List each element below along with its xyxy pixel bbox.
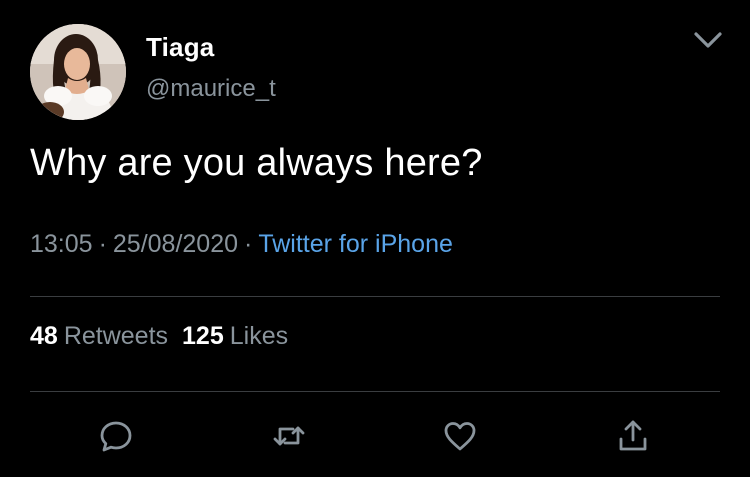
tweet-stats: 48 Retweets 125 Likes <box>30 322 288 351</box>
retweets-count: 48 <box>30 322 58 350</box>
tweet-time: 13:05 <box>30 230 93 258</box>
avatar[interactable] <box>30 24 126 120</box>
divider <box>30 391 720 392</box>
tweet-source-link[interactable]: Twitter for iPhone <box>258 230 453 258</box>
share-icon[interactable] <box>615 418 651 454</box>
likes-label: Likes <box>229 322 289 350</box>
likes-count: 125 <box>182 322 224 350</box>
heart-icon[interactable] <box>442 418 478 454</box>
user-handle[interactable]: @maurice_t <box>146 75 276 103</box>
likes-stat[interactable]: 125 Likes <box>182 322 288 350</box>
tweet-detail: Tiaga @maurice_t Why are you always here… <box>0 0 750 477</box>
tweet-date: 25/08/2020 <box>112 230 239 258</box>
reply-icon[interactable] <box>98 418 134 454</box>
meta-separator: · <box>244 230 253 258</box>
tweet-meta: 13:05 · 25/08/2020 · Twitter for iPhone <box>30 230 453 259</box>
chevron-down-icon[interactable] <box>688 26 728 56</box>
meta-separator: · <box>98 230 107 258</box>
retweet-icon[interactable] <box>271 418 307 454</box>
retweets-stat[interactable]: 48 Retweets <box>30 322 168 350</box>
divider <box>30 296 720 297</box>
retweets-label: Retweets <box>63 322 169 350</box>
avatar-image <box>30 24 126 120</box>
tweet-text: Why are you always here? <box>30 142 483 184</box>
display-name[interactable]: Tiaga <box>146 32 214 63</box>
